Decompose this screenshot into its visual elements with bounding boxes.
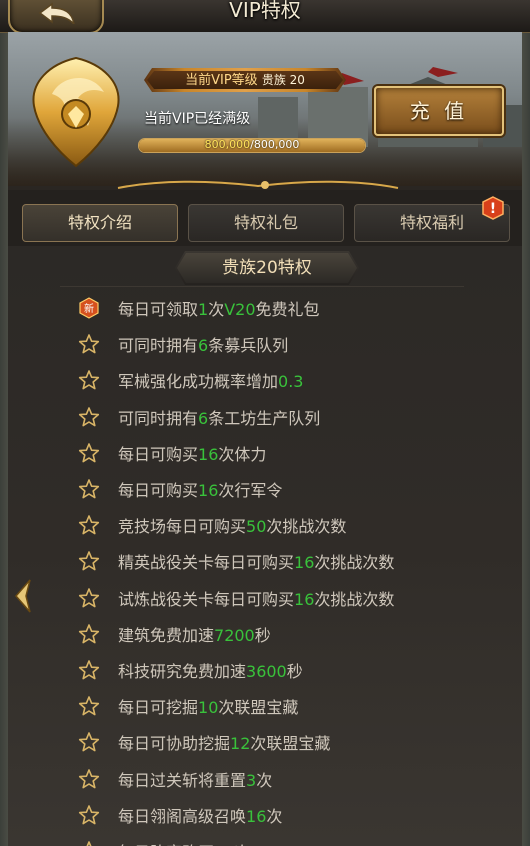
privilege-item: 试炼战役关卡每日可购买16次挑战次数 xyxy=(78,580,518,616)
privilege-text: 军械强化成功概率增加0.3 xyxy=(118,372,304,392)
vip-level-label: 当前VIP等级 xyxy=(185,73,258,88)
privilege-item: 科技研究免费加速3600秒 xyxy=(78,652,518,688)
privilege-item: 每日可购买16次体力 xyxy=(78,435,518,471)
privilege-item: 新 每日可领取1次V20免费礼包 xyxy=(78,290,518,326)
privilege-item: 每日阵容购买16次 xyxy=(78,833,518,846)
privilege-item: 每日可挖掘10次联盟宝藏 xyxy=(78,688,518,724)
vip-dragon-emblem-icon xyxy=(32,56,120,168)
privilege-text: 每日可挖掘10次联盟宝藏 xyxy=(118,698,299,718)
star-icon xyxy=(78,587,100,609)
privilege-item: 精英战役关卡每日可购买16次挑战次数 xyxy=(78,543,518,579)
tab-privilege-gift[interactable]: 特权礼包 xyxy=(188,204,344,242)
section-title: 贵族20特权 xyxy=(177,253,357,283)
privilege-item: 每日翎阁高级召唤16次 xyxy=(78,797,518,833)
privilege-text: 每日翎阁高级召唤16次 xyxy=(118,806,283,826)
star-icon xyxy=(78,442,100,464)
alert-badge-text: ! xyxy=(490,201,496,217)
star-icon xyxy=(78,478,100,500)
vip-level-value: 贵族 20 xyxy=(261,73,305,87)
back-arrow-icon xyxy=(38,2,75,24)
star-icon xyxy=(78,514,100,536)
back-button[interactable] xyxy=(8,0,104,34)
vip-progress-bar: 800,000/800,000 xyxy=(138,138,366,153)
star-icon xyxy=(78,406,100,428)
privilege-text: 每日可购买16次行军令 xyxy=(118,481,283,500)
vip-privilege-panel: VIP特权 当前VIP等级 贵族 20 当前VIP已经满级 800,000/80… xyxy=(0,0,530,846)
star-icon xyxy=(78,840,100,846)
privilege-item: 每日可购买16次行军令 xyxy=(78,471,518,507)
privilege-text: 竞技场每日可购买50次挑战次数 xyxy=(118,517,347,537)
star-icon xyxy=(78,333,100,355)
star-icon xyxy=(78,659,100,681)
privilege-text: 试炼战役关卡每日可购买16次挑战次数 xyxy=(118,589,395,609)
vip-progress-current: 800,000 xyxy=(204,138,251,151)
privilege-text: 每日可购买16次体力 xyxy=(118,444,267,464)
vip-level-pill: 当前VIP等级 贵族 20 xyxy=(144,68,346,92)
privilege-item: 可同时拥有6条工坊生产队列 xyxy=(78,399,518,435)
privilege-text: 可同时拥有6条募兵队列 xyxy=(118,336,289,356)
star-icon xyxy=(78,768,100,790)
new-badge-text: 新 xyxy=(84,302,94,315)
star-icon xyxy=(78,804,100,826)
privilege-item: 竞技场每日可购买50次挑战次数 xyxy=(78,507,518,543)
recharge-button[interactable]: 充 值 xyxy=(374,86,504,136)
vip-status-text: 当前VIP已经满级 xyxy=(144,111,251,127)
section-divider xyxy=(60,286,464,287)
scroll-left-arrow-icon[interactable] xyxy=(12,578,34,614)
vip-progress-total: /800,000 xyxy=(250,138,300,151)
star-icon xyxy=(78,369,100,391)
tab-privilege-intro[interactable]: 特权介绍 xyxy=(22,204,178,242)
privilege-text: 精英战役关卡每日可购买16次挑战次数 xyxy=(118,553,395,573)
privilege-text: 建筑免费加速7200秒 xyxy=(118,625,271,645)
privilege-item: 建筑免费加速7200秒 xyxy=(78,616,518,652)
gold-trim-divider xyxy=(8,180,522,190)
vip-banner: 当前VIP等级 贵族 20 当前VIP已经满级 800,000/800,000 … xyxy=(8,32,522,188)
privilege-text: 每日可协助挖掘12次联盟宝藏 xyxy=(118,734,331,754)
privilege-text: 每日过关斩将重置3次 xyxy=(118,770,273,790)
alert-badge-icon: ! xyxy=(482,196,504,220)
star-icon xyxy=(78,550,100,572)
section-title-plate: 贵族20特权 xyxy=(175,251,359,285)
star-icon xyxy=(78,731,100,753)
privilege-text: 每日可领取1次V20免费礼包 xyxy=(118,300,320,319)
tab-bar: 特权介绍 特权礼包 特权福利 xyxy=(8,190,522,246)
star-icon xyxy=(78,623,100,645)
privilege-item: 可同时拥有6条募兵队列 xyxy=(78,326,518,362)
privilege-item: 军械强化成功概率增加0.3 xyxy=(78,362,518,398)
privilege-item: 每日过关斩将重置3次 xyxy=(78,761,518,797)
privilege-item: 每日可协助挖掘12次联盟宝藏 xyxy=(78,724,518,760)
privilege-text: 每日阵容购买16次 xyxy=(118,839,250,846)
star-icon xyxy=(78,695,100,717)
privilege-text: 科技研究免费加速3600秒 xyxy=(118,662,303,681)
privilege-text: 可同时拥有6条工坊生产队列 xyxy=(118,408,321,428)
new-badge-icon: 新 xyxy=(78,297,100,319)
